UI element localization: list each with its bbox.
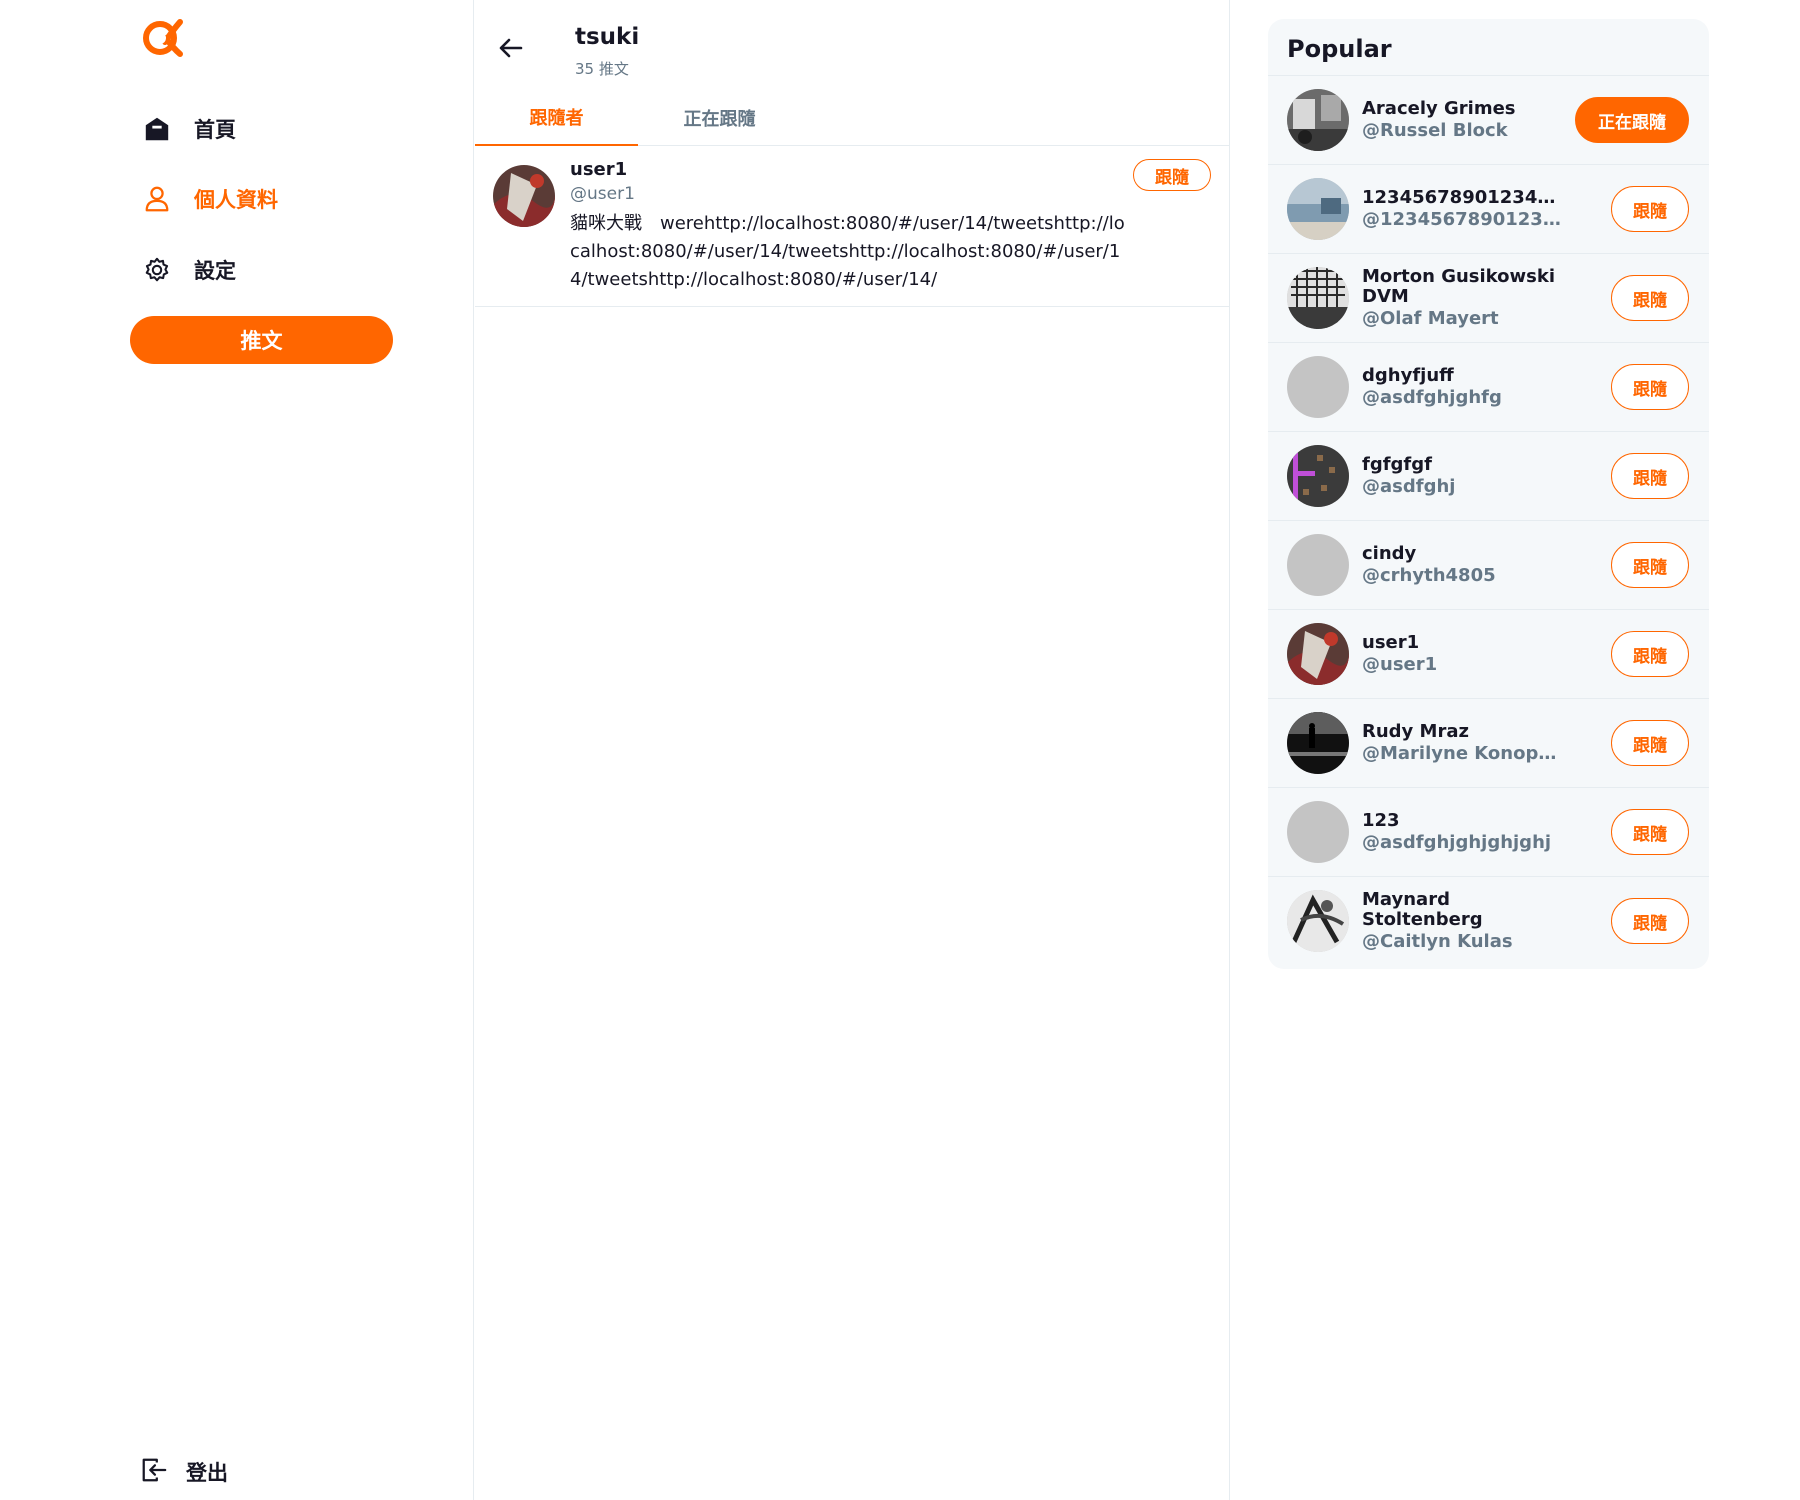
- user-handle: @user1: [570, 184, 635, 204]
- avatar[interactable]: [1287, 712, 1349, 774]
- profile-header: tsuki 35 推文: [475, 0, 1230, 82]
- follower-card[interactable]: user1 @user1 貓咪大戰 werehttp://localhost:8…: [475, 147, 1230, 307]
- popular-user-name: Rudy Mraz: [1362, 721, 1469, 742]
- popular-user-name: Maynard Stoltenberg: [1362, 889, 1483, 930]
- alpha-logo-icon[interactable]: [140, 16, 184, 60]
- popular-user-name: dghyfjuff: [1362, 365, 1454, 386]
- follow-button[interactable]: 跟隨: [1611, 898, 1689, 944]
- popular-user-row[interactable]: fgfgfgf @asdfghj 跟隨: [1268, 431, 1709, 520]
- avatar[interactable]: [1287, 623, 1349, 685]
- back-arrow-icon[interactable]: [495, 32, 527, 64]
- main-column: tsuki 35 推文 跟隨者 正在跟隨 user1 @user1 貓咪大戰 w…: [475, 0, 1230, 1500]
- avatar[interactable]: [1287, 178, 1349, 240]
- gear-icon: [140, 253, 174, 287]
- nav-label-settings: 設定: [194, 259, 236, 283]
- user-icon: [140, 182, 174, 216]
- popular-user-handle: @asdfghj: [1362, 475, 1456, 497]
- following-button[interactable]: 正在跟隨: [1575, 97, 1689, 143]
- popular-user-handle: @asdfghjghfg: [1362, 386, 1502, 408]
- nav-item-settings[interactable]: 設定: [140, 248, 236, 292]
- popular-user-name: user1: [1362, 632, 1420, 653]
- tab-followers[interactable]: 跟隨者: [475, 90, 638, 146]
- follow-button[interactable]: 跟隨: [1611, 542, 1689, 588]
- tab-bar: 跟隨者 正在跟隨: [475, 90, 1230, 146]
- popular-user-handle: @user1: [1362, 653, 1438, 675]
- follow-button[interactable]: 跟隨: [1611, 364, 1689, 410]
- popular-user-row[interactable]: user1 @user1 跟隨: [1268, 609, 1709, 698]
- popular-user-row[interactable]: 123 @asdfghjghjghjghj 跟隨: [1268, 787, 1709, 876]
- popular-user-name: 123: [1362, 810, 1400, 831]
- avatar[interactable]: [1287, 89, 1349, 151]
- popular-user-row[interactable]: cindy @crhyth4805 跟隨: [1268, 520, 1709, 609]
- popular-user-name: Aracely Grimes: [1362, 98, 1516, 119]
- popular-title: Popular: [1287, 35, 1392, 63]
- popular-user-row[interactable]: dghyfjuff @asdfghjghfg 跟隨: [1268, 342, 1709, 431]
- follow-button[interactable]: 跟隨: [1133, 159, 1211, 191]
- avatar[interactable]: [1287, 801, 1349, 863]
- popular-user-name: cindy: [1362, 543, 1417, 564]
- logout-label: 登出: [186, 1461, 228, 1485]
- tweet-button[interactable]: 推文: [130, 316, 393, 364]
- popular-user-name: fgfgfgf: [1362, 454, 1432, 475]
- avatar[interactable]: [1287, 267, 1349, 329]
- popular-panel: Popular Aracely Grimes @Russel Block 正在跟…: [1268, 19, 1709, 969]
- popular-user-row[interactable]: 12345678901234567... @123456789012345...…: [1268, 164, 1709, 253]
- follow-button[interactable]: 跟隨: [1611, 720, 1689, 766]
- popular-user-handle: @Russel Block: [1362, 119, 1508, 141]
- user-name: user1: [570, 159, 628, 180]
- nav-label-profile: 個人資料: [194, 188, 278, 212]
- popular-user-row[interactable]: Rudy Mraz @Marilyne Konopelski 跟隨: [1268, 698, 1709, 787]
- popular-user-handle: @asdfghjghjghjghj: [1362, 831, 1552, 853]
- follow-button[interactable]: 跟隨: [1611, 275, 1689, 321]
- nav-item-profile[interactable]: 個人資料: [140, 177, 278, 221]
- popular-user-name: Morton Gusikowski DVM: [1362, 266, 1556, 307]
- logout-icon: [140, 1456, 168, 1488]
- avatar[interactable]: [1287, 356, 1349, 418]
- user-bio: 貓咪大戰 werehttp://localhost:8080/#/user/14…: [570, 213, 1125, 290]
- popular-user-row[interactable]: Aracely Grimes @Russel Block 正在跟隨: [1268, 75, 1709, 164]
- popular-user-row[interactable]: Morton Gusikowski DVM @Olaf Mayert 跟隨: [1268, 253, 1709, 342]
- follow-button[interactable]: 跟隨: [1611, 809, 1689, 855]
- profile-name: tsuki: [575, 24, 640, 50]
- tweet-count: 35 推文: [575, 60, 629, 78]
- popular-user-row[interactable]: Maynard Stoltenberg @Caitlyn Kulas 跟隨: [1268, 876, 1709, 965]
- avatar[interactable]: [1287, 445, 1349, 507]
- popular-user-handle: @Olaf Mayert: [1362, 307, 1499, 329]
- nav-item-home[interactable]: 首頁: [140, 107, 236, 151]
- follow-button[interactable]: 跟隨: [1611, 631, 1689, 677]
- popular-user-handle: @Caitlyn Kulas: [1362, 930, 1513, 952]
- nav-label-home: 首頁: [194, 118, 236, 142]
- sidebar: 首頁 個人資料 設定 推文 登出: [0, 0, 474, 1500]
- follow-button[interactable]: 跟隨: [1611, 453, 1689, 499]
- avatar[interactable]: [493, 165, 555, 227]
- avatar[interactable]: [1287, 534, 1349, 596]
- avatar[interactable]: [1287, 890, 1349, 952]
- logout-button[interactable]: 登出: [140, 1450, 228, 1494]
- popular-user-handle: @123456789012345...: [1362, 208, 1562, 230]
- popular-user-handle: @crhyth4805: [1362, 564, 1496, 586]
- popular-user-name: 12345678901234567...: [1362, 187, 1562, 208]
- follow-button[interactable]: 跟隨: [1611, 186, 1689, 232]
- tab-following[interactable]: 正在跟隨: [638, 90, 801, 146]
- popular-user-handle: @Marilyne Konopelski: [1362, 742, 1562, 764]
- home-icon: [140, 112, 174, 146]
